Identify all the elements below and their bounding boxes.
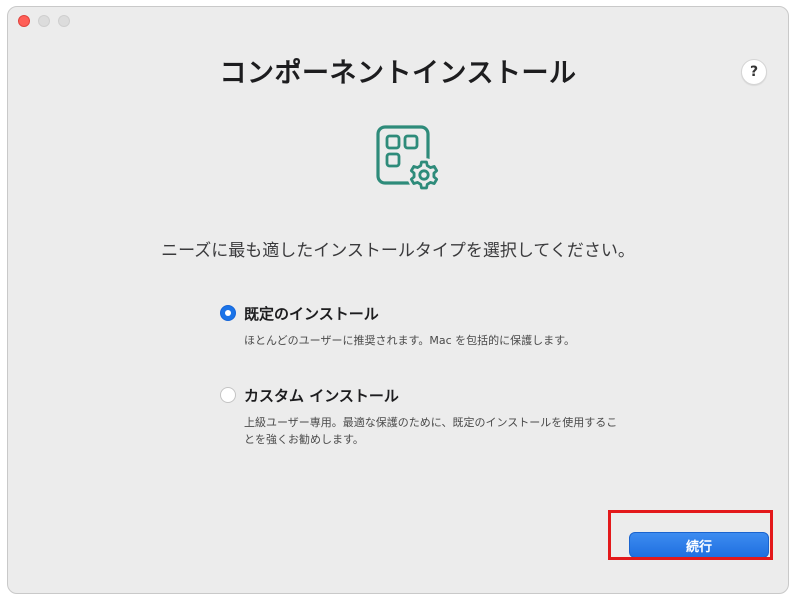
minimize-window-button[interactable] <box>38 15 50 27</box>
option-default-install-description: ほとんどのユーザーに推奨されます。Mac を包括的に保護します。 <box>244 334 576 347</box>
radio-custom-install[interactable] <box>220 387 236 403</box>
help-button[interactable]: ? <box>741 59 767 85</box>
component-settings-icon <box>376 125 441 192</box>
option-custom-install-label: カスタム インストール <box>244 387 399 405</box>
option-custom-install-description: 上級ユーザー専用。最適な保護のために、既定のインストールを使用することを強くお勧… <box>244 416 618 446</box>
window-controls <box>18 15 70 27</box>
page-title: コンポーネントインストール <box>219 58 577 89</box>
radio-default-install[interactable] <box>220 305 236 321</box>
instruction-text: ニーズに最も適したインストールタイプを選択してください。 <box>161 241 635 261</box>
close-window-button[interactable] <box>18 15 30 27</box>
question-mark-icon: ? <box>749 64 759 80</box>
option-default-install-label: 既定のインストール <box>244 305 379 323</box>
continue-button[interactable]: 続行 <box>629 532 769 558</box>
installer-window: コンポーネントインストール ? ニーズに最も適したインストールタイプを選択してく… <box>7 6 789 594</box>
zoom-window-button[interactable] <box>58 15 70 27</box>
